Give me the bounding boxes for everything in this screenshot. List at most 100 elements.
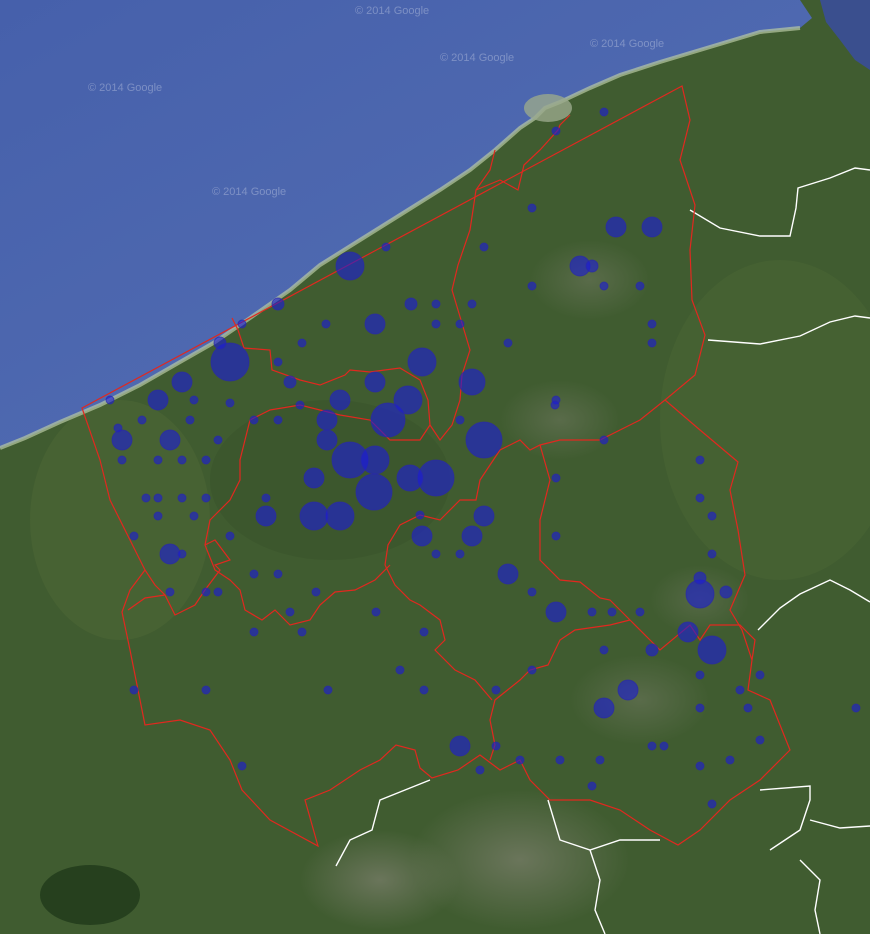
map-marker-medium[interactable] <box>404 297 418 311</box>
map-marker-medium[interactable] <box>364 313 386 335</box>
map-marker-small[interactable] <box>153 493 163 503</box>
map-marker-small[interactable] <box>527 665 537 675</box>
map-marker-small[interactable] <box>587 607 597 617</box>
map-marker-small[interactable] <box>851 703 861 713</box>
map-marker-small[interactable] <box>431 319 441 329</box>
map-marker-small[interactable] <box>659 741 669 751</box>
map-marker-small[interactable] <box>735 685 745 695</box>
map-marker-medium[interactable] <box>213 336 227 350</box>
map-marker-small[interactable] <box>725 755 735 765</box>
map-marker-medium[interactable] <box>316 409 338 431</box>
map-marker-medium[interactable] <box>617 679 639 701</box>
map-marker-medium[interactable] <box>396 464 424 492</box>
map-marker-medium[interactable] <box>677 621 699 643</box>
map-marker-small[interactable] <box>647 319 657 329</box>
map-marker-small[interactable] <box>371 607 381 617</box>
map-marker-small[interactable] <box>273 569 283 579</box>
map-marker-small[interactable] <box>113 423 123 433</box>
map-marker-medium[interactable] <box>111 429 133 451</box>
map-marker-small[interactable] <box>141 493 151 503</box>
map-marker-small[interactable] <box>551 531 561 541</box>
map-marker-medium[interactable] <box>461 525 483 547</box>
map-marker-small[interactable] <box>695 670 705 680</box>
map-marker-medium[interactable] <box>407 347 437 377</box>
map-marker-large[interactable] <box>325 501 355 531</box>
map-marker-small[interactable] <box>599 645 609 655</box>
map-marker-small[interactable] <box>295 400 305 410</box>
map-marker-small[interactable] <box>695 761 705 771</box>
map-marker-small[interactable] <box>225 531 235 541</box>
map-marker-small[interactable] <box>189 511 199 521</box>
map-marker-medium[interactable] <box>171 371 193 393</box>
map-marker-small[interactable] <box>455 415 465 425</box>
map-marker-medium[interactable] <box>697 635 727 665</box>
map-marker-medium[interactable] <box>473 505 495 527</box>
map-marker-small[interactable] <box>273 415 283 425</box>
map-marker-small[interactable] <box>455 549 465 559</box>
map-marker-small[interactable] <box>137 415 147 425</box>
map-marker-medium[interactable] <box>411 525 433 547</box>
map-view[interactable]: © 2014 Google © 2014 Google © 2014 Googl… <box>0 0 870 934</box>
map-marker-small[interactable] <box>647 338 657 348</box>
map-marker-small[interactable] <box>635 281 645 291</box>
map-marker-small[interactable] <box>395 665 405 675</box>
map-marker-small[interactable] <box>515 755 525 765</box>
map-marker-medium[interactable] <box>719 585 733 599</box>
map-marker-medium[interactable] <box>335 251 365 281</box>
map-marker-small[interactable] <box>695 493 705 503</box>
map-marker-medium[interactable] <box>147 389 169 411</box>
map-marker-small[interactable] <box>249 415 259 425</box>
map-marker-large[interactable] <box>210 342 250 382</box>
map-marker-small[interactable] <box>527 281 537 291</box>
map-marker-small[interactable] <box>503 338 513 348</box>
map-marker-small[interactable] <box>527 203 537 213</box>
map-marker-small[interactable] <box>165 587 175 597</box>
map-marker-small[interactable] <box>323 685 333 695</box>
map-marker-small[interactable] <box>431 549 441 559</box>
map-marker-small[interactable] <box>237 761 247 771</box>
map-marker-small[interactable] <box>285 607 295 617</box>
map-marker-small[interactable] <box>177 493 187 503</box>
map-marker-small[interactable] <box>479 242 489 252</box>
map-marker-small[interactable] <box>225 398 235 408</box>
map-marker-small[interactable] <box>273 357 283 367</box>
map-marker-small[interactable] <box>475 765 485 775</box>
map-marker-small[interactable] <box>129 531 139 541</box>
map-marker-medium[interactable] <box>303 467 325 489</box>
map-marker-small[interactable] <box>129 685 139 695</box>
map-marker-small[interactable] <box>321 319 331 329</box>
map-marker-small[interactable] <box>297 627 307 637</box>
map-marker-small[interactable] <box>707 511 717 521</box>
map-marker-large[interactable] <box>355 473 393 511</box>
map-marker-small[interactable] <box>201 685 211 695</box>
map-marker-medium[interactable] <box>271 297 285 311</box>
map-marker-medium[interactable] <box>283 375 297 389</box>
map-marker-small[interactable] <box>185 415 195 425</box>
map-marker-small[interactable] <box>381 242 391 252</box>
map-marker-small[interactable] <box>755 735 765 745</box>
map-marker-small[interactable] <box>419 627 429 637</box>
map-marker-medium[interactable] <box>645 643 659 657</box>
map-marker-medium[interactable] <box>605 216 627 238</box>
map-marker-small[interactable] <box>587 781 597 791</box>
map-marker-small[interactable] <box>607 607 617 617</box>
map-marker-small[interactable] <box>213 587 223 597</box>
map-marker-small[interactable] <box>415 510 425 520</box>
map-marker-medium[interactable] <box>255 505 277 527</box>
map-marker-small[interactable] <box>491 741 501 751</box>
map-marker-small[interactable] <box>599 281 609 291</box>
map-marker-small[interactable] <box>550 400 560 410</box>
map-marker-small[interactable] <box>595 755 605 765</box>
map-marker-small[interactable] <box>117 455 127 465</box>
map-marker-small[interactable] <box>201 587 211 597</box>
map-marker-medium[interactable] <box>159 429 181 451</box>
map-marker-small[interactable] <box>201 455 211 465</box>
map-marker-small[interactable] <box>311 587 321 597</box>
map-marker-small[interactable] <box>201 493 211 503</box>
map-marker-small[interactable] <box>755 670 765 680</box>
map-marker-small[interactable] <box>551 473 561 483</box>
map-marker-small[interactable] <box>105 395 115 405</box>
map-marker-small[interactable] <box>249 569 259 579</box>
map-marker-medium[interactable] <box>449 735 471 757</box>
map-marker-small[interactable] <box>599 107 609 117</box>
